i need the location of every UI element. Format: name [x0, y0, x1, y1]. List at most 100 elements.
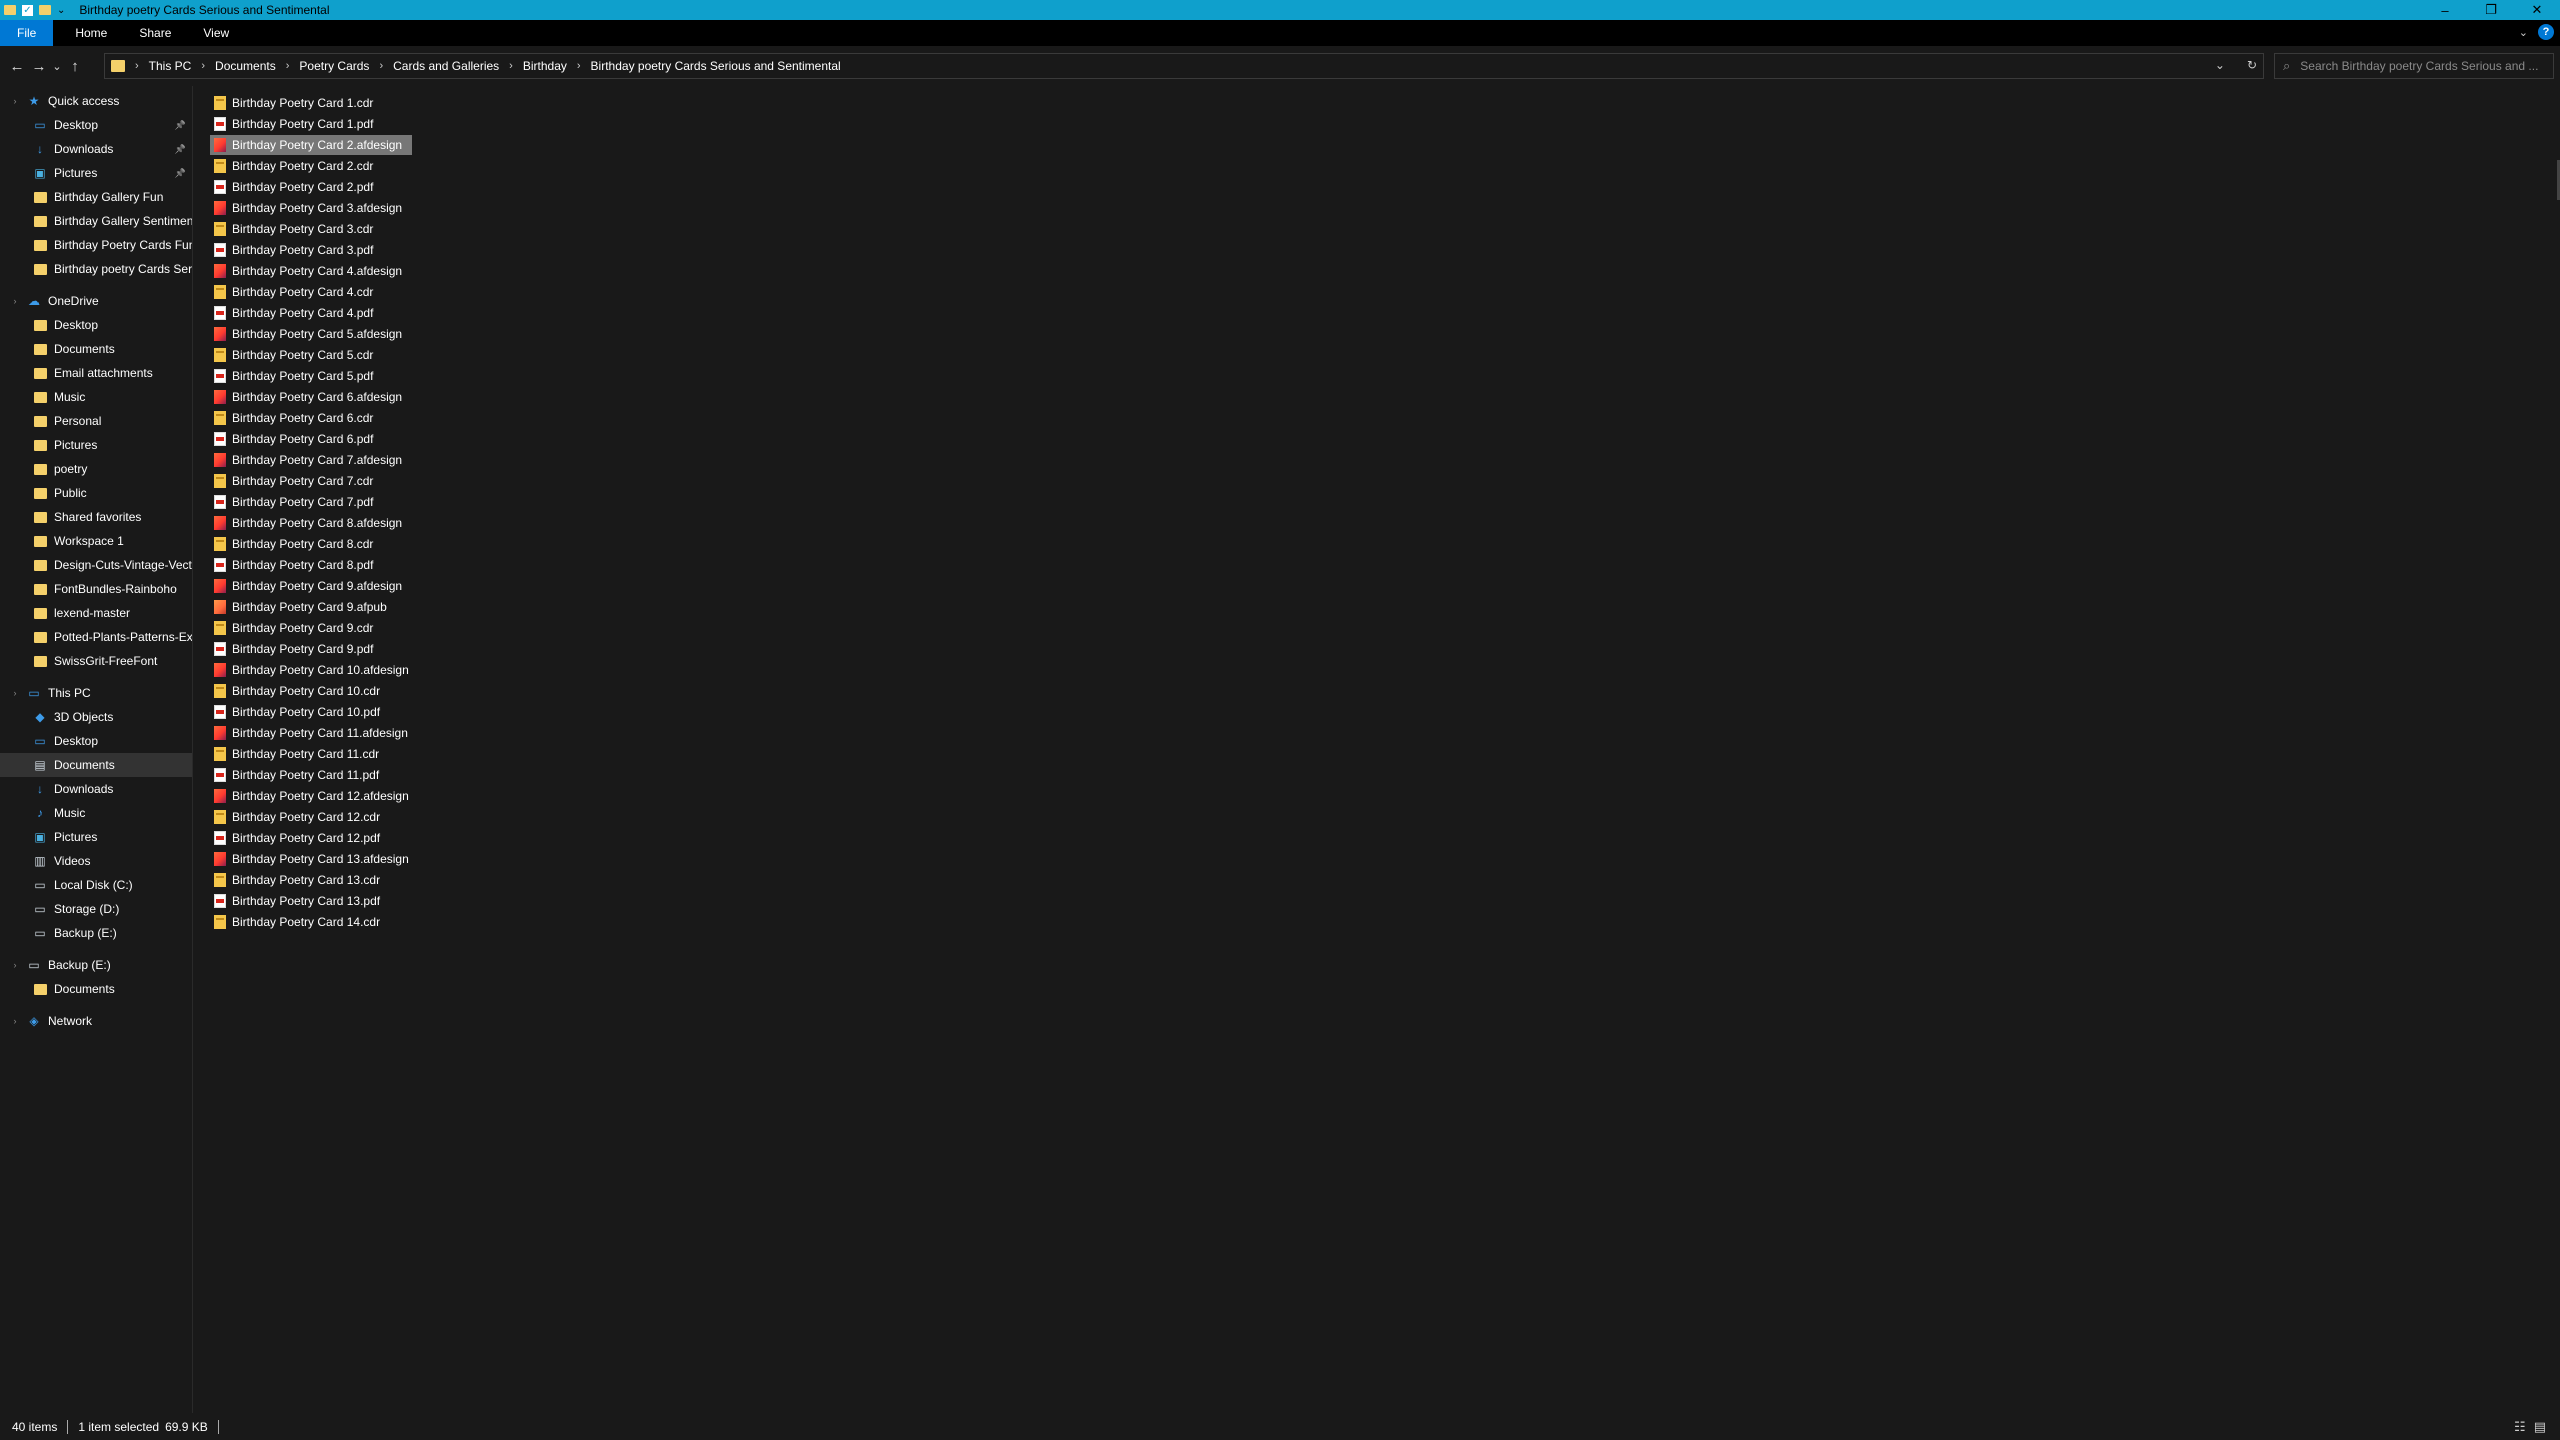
forward-button[interactable]: →: [28, 58, 50, 75]
close-button[interactable]: ✕: [2514, 0, 2560, 20]
tab-file[interactable]: File: [0, 20, 54, 46]
address-dropdown-icon[interactable]: ⌄: [2215, 58, 2225, 72]
file-row[interactable]: Birthday Poetry Card 10.pdf: [210, 702, 390, 722]
file-row[interactable]: Birthday Poetry Card 5.afdesign: [210, 324, 412, 344]
sidebar-item-downloads[interactable]: ↓ Downloads: [0, 777, 192, 801]
file-row[interactable]: Birthday Poetry Card 1.pdf: [210, 114, 383, 134]
customize-toolbar-icon[interactable]: ⌄: [57, 5, 65, 16]
breadcrumb-current-folder[interactable]: Birthday poetry Cards Serious and Sentim…: [591, 59, 841, 73]
sidebar-item-downloads[interactable]: ↓ Downloads 📌: [0, 137, 192, 161]
sidebar-item-shared-favorites[interactable]: Shared favorites: [0, 505, 192, 529]
expand-ribbon-icon[interactable]: ⌄: [2519, 26, 2528, 39]
file-row[interactable]: Birthday Poetry Card 2.pdf: [210, 177, 383, 197]
tab-home[interactable]: Home: [61, 20, 121, 46]
file-row[interactable]: Birthday Poetry Card 4.cdr: [210, 282, 383, 302]
sidebar-item-potted-plants-patterns-ext[interactable]: Potted-Plants-Patterns-Ext: [0, 625, 192, 649]
chevron-right-icon[interactable]: ›: [10, 960, 20, 970]
sidebar-item-poetry[interactable]: poetry: [0, 457, 192, 481]
sidebar-item-public[interactable]: Public: [0, 481, 192, 505]
file-row[interactable]: Birthday Poetry Card 6.cdr: [210, 408, 383, 428]
sidebar-item-pictures[interactable]: ▣ Pictures 📌: [0, 161, 192, 185]
properties-icon[interactable]: ✓: [22, 4, 33, 16]
file-row[interactable]: Birthday Poetry Card 6.afdesign: [210, 387, 412, 407]
file-row[interactable]: Birthday Poetry Card 6.pdf: [210, 429, 383, 449]
sidebar-item-storage-d[interactable]: ▭ Storage (D:): [0, 897, 192, 921]
sidebar-item-videos[interactable]: ▥ Videos: [0, 849, 192, 873]
file-row[interactable]: Birthday Poetry Card 10.afdesign: [210, 660, 419, 680]
file-row[interactable]: Birthday Poetry Card 7.cdr: [210, 471, 383, 491]
file-row[interactable]: Birthday Poetry Card 1.cdr: [210, 93, 383, 113]
chevron-right-icon[interactable]: ›: [135, 60, 139, 72]
chevron-right-icon[interactable]: ›: [577, 60, 581, 72]
file-row[interactable]: Birthday Poetry Card 7.afdesign: [210, 450, 412, 470]
file-row[interactable]: Birthday Poetry Card 5.cdr: [210, 345, 383, 365]
sidebar-item-personal[interactable]: Personal: [0, 409, 192, 433]
refresh-icon[interactable]: ↻: [2247, 58, 2257, 72]
file-row[interactable]: Birthday Poetry Card 13.cdr: [210, 870, 390, 890]
sidebar-item-fontbundles-rainboho[interactable]: FontBundles-Rainboho: [0, 577, 192, 601]
file-row[interactable]: Birthday Poetry Card 9.pdf: [210, 639, 383, 659]
chevron-right-icon[interactable]: ›: [10, 688, 20, 698]
file-row[interactable]: Birthday Poetry Card 13.afdesign: [210, 849, 419, 869]
file-row[interactable]: Birthday Poetry Card 2.afdesign: [210, 135, 413, 155]
sidebar-item-music[interactable]: Music: [0, 385, 192, 409]
file-row[interactable]: Birthday Poetry Card 9.afdesign: [210, 576, 412, 596]
file-row[interactable]: Birthday Poetry Card 3.pdf: [210, 240, 383, 260]
sidebar-section-onedrive[interactable]: › ☁ OneDrive: [10, 289, 190, 313]
breadcrumb-this-pc[interactable]: This PC: [149, 59, 192, 73]
chevron-right-icon[interactable]: ›: [10, 96, 20, 106]
sidebar-item-music[interactable]: ♪ Music: [0, 801, 192, 825]
sidebar-item-desktop[interactable]: ▭ Desktop: [0, 729, 192, 753]
breadcrumb-birthday[interactable]: Birthday: [523, 59, 567, 73]
sidebar-item-backup-e[interactable]: ▭ Backup (E:): [0, 921, 192, 945]
chevron-right-icon[interactable]: ›: [10, 296, 20, 306]
recent-locations-button[interactable]: ⌄: [50, 60, 64, 73]
tab-share[interactable]: Share: [125, 20, 185, 46]
up-button[interactable]: ↑: [64, 58, 86, 75]
file-row[interactable]: Birthday Poetry Card 5.pdf: [210, 366, 383, 386]
file-row[interactable]: Birthday Poetry Card 9.cdr: [210, 618, 383, 638]
minimize-button[interactable]: –: [2422, 0, 2468, 20]
file-row[interactable]: Birthday Poetry Card 3.cdr: [210, 219, 383, 239]
sidebar-section-network[interactable]: › ◈ Network: [10, 1009, 190, 1033]
sidebar-item-email-attachments[interactable]: Email attachments: [0, 361, 192, 385]
breadcrumb-documents[interactable]: Documents: [215, 59, 276, 73]
file-row[interactable]: Birthday Poetry Card 12.cdr: [210, 807, 390, 827]
sidebar-item-birthday-poetry-cards-fun[interactable]: Birthday Poetry Cards Fun: [0, 233, 192, 257]
search-box[interactable]: ⌕: [2274, 53, 2554, 79]
file-row[interactable]: Birthday Poetry Card 2.cdr: [210, 156, 383, 176]
sidebar-item-birthday-gallery-fun[interactable]: Birthday Gallery Fun: [0, 185, 192, 209]
sidebar-item-desktop[interactable]: ▭ Desktop 📌: [0, 113, 192, 137]
file-row[interactable]: Birthday Poetry Card 7.pdf: [210, 492, 383, 512]
new-folder-icon[interactable]: [39, 5, 51, 15]
back-button[interactable]: ←: [6, 58, 28, 75]
sidebar-section-quick-access[interactable]: › ★ Quick access: [10, 89, 190, 113]
sidebar-item-design-cuts-vintage-vecto[interactable]: Design-Cuts-Vintage-Vecto: [0, 553, 192, 577]
sidebar-item-birthday-gallery-sentiment[interactable]: Birthday Gallery Sentiment: [0, 209, 192, 233]
chevron-right-icon[interactable]: ›: [286, 60, 290, 72]
sidebar-item-lexend-master[interactable]: lexend-master: [0, 601, 192, 625]
file-row[interactable]: Birthday Poetry Card 14.cdr: [210, 912, 390, 932]
sidebar-item-documents[interactable]: Documents: [0, 337, 192, 361]
sidebar-item-birthday-poetry-cards-serio[interactable]: Birthday poetry Cards Serio: [0, 257, 192, 281]
address-bar[interactable]: › This PC › Documents › Poetry Cards › C…: [104, 53, 2264, 79]
sidebar-item-documents[interactable]: ▤ Documents: [0, 753, 192, 777]
breadcrumb-cards-and-galleries[interactable]: Cards and Galleries: [393, 59, 499, 73]
file-row[interactable]: Birthday Poetry Card 11.cdr: [210, 744, 389, 764]
breadcrumb-poetry-cards[interactable]: Poetry Cards: [299, 59, 369, 73]
details-view-icon[interactable]: ☷: [2514, 1419, 2526, 1435]
search-input[interactable]: [2298, 58, 2543, 74]
file-row[interactable]: Birthday Poetry Card 11.afdesign: [210, 723, 418, 743]
file-row[interactable]: Birthday Poetry Card 13.pdf: [210, 891, 390, 911]
sidebar-item-3d-objects[interactable]: ◆ 3D Objects: [0, 705, 192, 729]
sidebar-item-documents[interactable]: Documents: [0, 977, 192, 1001]
tab-view[interactable]: View: [189, 20, 243, 46]
file-row[interactable]: Birthday Poetry Card 10.cdr: [210, 681, 390, 701]
sidebar-item-desktop[interactable]: Desktop: [0, 313, 192, 337]
chevron-right-icon[interactable]: ›: [201, 60, 205, 72]
file-row[interactable]: Birthday Poetry Card 9.afpub: [210, 597, 397, 617]
sidebar-item-pictures[interactable]: Pictures: [0, 433, 192, 457]
file-row[interactable]: Birthday Poetry Card 12.pdf: [210, 828, 390, 848]
file-row[interactable]: Birthday Poetry Card 8.pdf: [210, 555, 383, 575]
file-row[interactable]: Birthday Poetry Card 8.afdesign: [210, 513, 412, 533]
